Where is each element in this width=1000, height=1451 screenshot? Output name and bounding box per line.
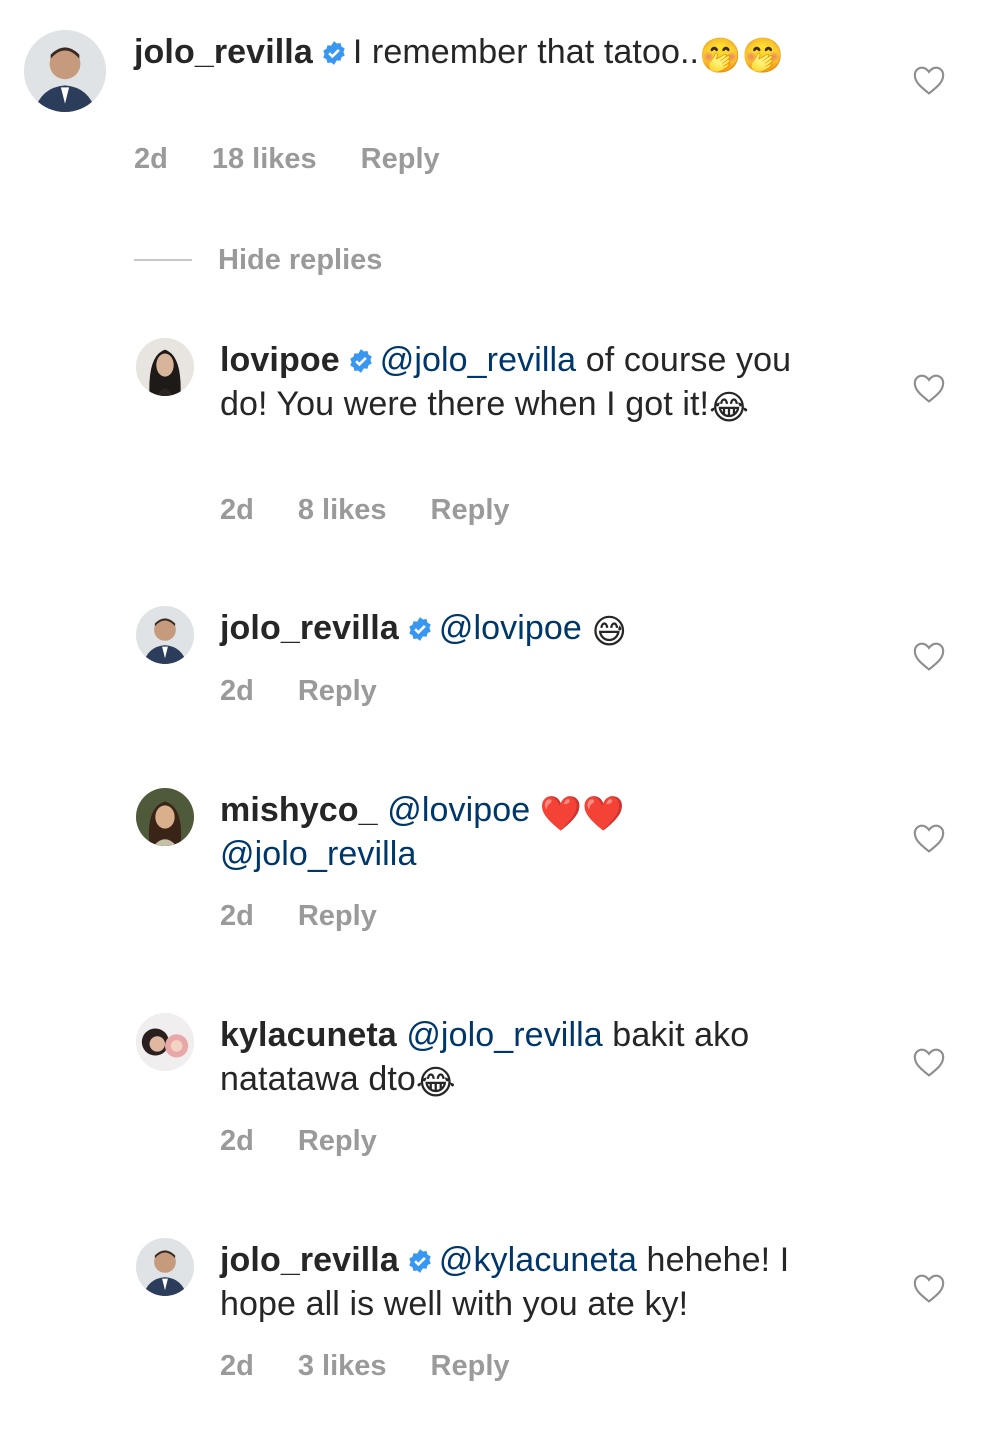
avatar[interactable] bbox=[136, 606, 194, 664]
mention-link[interactable]: @jolo_revilla bbox=[406, 1016, 602, 1054]
avatar[interactable] bbox=[136, 1238, 194, 1296]
comment-text: lovipoe @jolo_revilla of course you do! Y… bbox=[220, 338, 840, 426]
comment-text: jolo_revilla I remember that tatoo..🤭🤭 bbox=[134, 30, 834, 74]
reply-button[interactable]: Reply bbox=[298, 900, 377, 932]
avatar[interactable] bbox=[136, 1013, 194, 1071]
heart-outline-icon[interactable] bbox=[912, 822, 946, 854]
mention-link[interactable]: @lovipoe bbox=[439, 609, 582, 647]
heart-outline-icon[interactable] bbox=[912, 1046, 946, 1078]
comment-body: I remember that tatoo.. bbox=[352, 33, 700, 71]
username[interactable]: mishyco_ bbox=[220, 791, 378, 829]
hide-replies-button[interactable]: Hide replies bbox=[134, 240, 382, 280]
comment-text: kylacuneta @jolo_revilla bakit ako natat… bbox=[220, 1013, 840, 1101]
comment-body bbox=[582, 609, 592, 647]
username[interactable]: kylacuneta bbox=[220, 1016, 397, 1054]
verified-badge-icon bbox=[409, 1249, 431, 1273]
reply-button[interactable]: Reply bbox=[298, 675, 377, 707]
emoji: ❤️❤️ bbox=[539, 795, 625, 833]
emoji: 🤭🤭 bbox=[699, 37, 784, 75]
avatar[interactable] bbox=[136, 338, 194, 396]
avatar[interactable] bbox=[24, 30, 106, 112]
comment-body bbox=[530, 791, 540, 829]
verified-badge-icon bbox=[409, 617, 431, 641]
timestamp[interactable]: 2d bbox=[220, 1125, 254, 1157]
mention-link[interactable]: @lovipoe bbox=[387, 791, 530, 829]
like-count[interactable]: 3 likes bbox=[298, 1350, 387, 1382]
comment-text: mishyco_ @lovipoe ❤️❤️ @jolo_revilla bbox=[220, 788, 840, 876]
reply-button[interactable]: Reply bbox=[298, 1125, 377, 1157]
timestamp[interactable]: 2d bbox=[134, 143, 168, 175]
like-count[interactable]: 18 likes bbox=[212, 143, 317, 175]
mention-link[interactable]: @jolo_revilla bbox=[380, 341, 576, 379]
divider bbox=[134, 259, 192, 261]
emoji: 😅 bbox=[591, 613, 627, 651]
verified-badge-icon bbox=[349, 349, 372, 373]
comment-meta: 2d 8 likes Reply bbox=[220, 494, 554, 527]
comment-meta: 2d Reply bbox=[220, 900, 421, 933]
comment-text: jolo_revilla @lovipoe 😅 bbox=[220, 606, 840, 650]
timestamp[interactable]: 2d bbox=[220, 1350, 254, 1382]
like-count[interactable]: 8 likes bbox=[298, 494, 387, 526]
timestamp[interactable]: 2d bbox=[220, 675, 254, 707]
comment-meta: 2d Reply bbox=[220, 1125, 421, 1158]
emoji: 😂 bbox=[415, 1064, 456, 1102]
heart-outline-icon[interactable] bbox=[912, 1272, 946, 1304]
hide-replies-label[interactable]: Hide replies bbox=[218, 244, 382, 277]
reply-button[interactable]: Reply bbox=[431, 494, 510, 526]
emoji: 😂 bbox=[709, 389, 749, 427]
heart-outline-icon[interactable] bbox=[912, 640, 946, 672]
reply-button[interactable]: Reply bbox=[431, 1350, 510, 1382]
heart-outline-icon[interactable] bbox=[912, 372, 946, 404]
username[interactable]: jolo_revilla bbox=[220, 1241, 399, 1279]
comment-meta: 2d 3 likes Reply bbox=[220, 1350, 554, 1383]
timestamp[interactable]: 2d bbox=[220, 494, 254, 526]
timestamp[interactable]: 2d bbox=[220, 900, 254, 932]
heart-outline-icon[interactable] bbox=[912, 64, 946, 96]
username[interactable]: jolo_revilla bbox=[220, 609, 399, 647]
avatar[interactable] bbox=[136, 788, 194, 846]
username[interactable]: jolo_revilla bbox=[134, 33, 313, 71]
comment-text: jolo_revilla @kylacuneta hehehe! I hope a… bbox=[220, 1238, 860, 1326]
verified-badge-icon bbox=[323, 41, 345, 65]
comment-meta: 2d 18 likes Reply bbox=[134, 143, 484, 176]
reply-button[interactable]: Reply bbox=[361, 143, 440, 175]
comment-meta: 2d Reply bbox=[220, 675, 421, 708]
username[interactable]: lovipoe bbox=[220, 341, 340, 379]
mention-link[interactable]: @kylacuneta bbox=[439, 1241, 637, 1279]
mention-link[interactable]: @jolo_revilla bbox=[220, 835, 416, 873]
